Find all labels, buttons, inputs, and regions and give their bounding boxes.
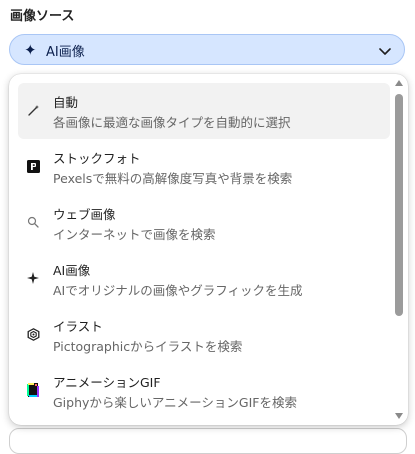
option-illustration[interactable]: イラスト Pictographicからイラストを検索 [18, 307, 390, 363]
giphy-logo-icon [26, 383, 40, 397]
pictographic-logo-icon [26, 327, 40, 341]
option-title: アニメーションGIF [53, 375, 161, 390]
option-description: インターネットで画像を検索 [53, 227, 216, 242]
search-icon [26, 215, 40, 229]
option-animated-gif[interactable]: アニメーションGIF Giphyから楽しいアニメーションGIFを検索 [18, 363, 390, 419]
image-source-label: 画像ソース [10, 9, 75, 24]
scroll-down-arrow-icon[interactable] [395, 413, 403, 419]
option-description: Pexelsで無料の高解像度写真や背景を検索 [53, 171, 293, 186]
option-description: 各画像に最適な画像タイプを自動的に選択 [53, 115, 291, 130]
option-stock-photo[interactable]: ストックフォト Pexelsで無料の高解像度写真や背景を検索 [18, 139, 390, 195]
option-web-image[interactable]: ウェブ画像 インターネットで画像を検索 [18, 195, 390, 251]
chevron-down-icon[interactable] [378, 43, 392, 62]
option-description: Giphyから楽しいアニメーションGIFを検索 [53, 395, 297, 410]
underlying-field [9, 428, 407, 454]
magic-wand-icon [26, 103, 40, 117]
scroll-up-arrow-icon[interactable] [395, 80, 403, 86]
option-ai-image[interactable]: AI画像 AIでオリジナルの画像やグラフィックを生成 [18, 251, 390, 307]
option-title: 自動 [53, 95, 79, 110]
image-source-dropdown: 自動 各画像に最適な画像タイプを自動的に選択 ストックフォト Pexelsで無料… [9, 74, 408, 425]
scrollbar-thumb[interactable] [395, 94, 403, 316]
option-title: イラスト [53, 319, 103, 334]
option-description: Pictographicからイラストを検索 [53, 339, 243, 354]
option-title: AI画像 [53, 263, 91, 278]
sparkle-icon [26, 271, 40, 285]
pexels-logo-icon [26, 159, 40, 173]
sparkle-icon: ✦ [24, 41, 37, 59]
image-source-select[interactable]: ✦ AI画像 [9, 34, 405, 65]
dropdown-scrollbar[interactable] [395, 80, 403, 419]
selected-value: AI画像 [46, 45, 85, 60]
option-title: ウェブ画像 [53, 207, 116, 222]
option-auto[interactable]: 自動 各画像に最適な画像タイプを自動的に選択 [18, 83, 390, 139]
option-title: ストックフォト [53, 151, 141, 166]
option-description: AIでオリジナルの画像やグラフィックを生成 [53, 283, 303, 298]
